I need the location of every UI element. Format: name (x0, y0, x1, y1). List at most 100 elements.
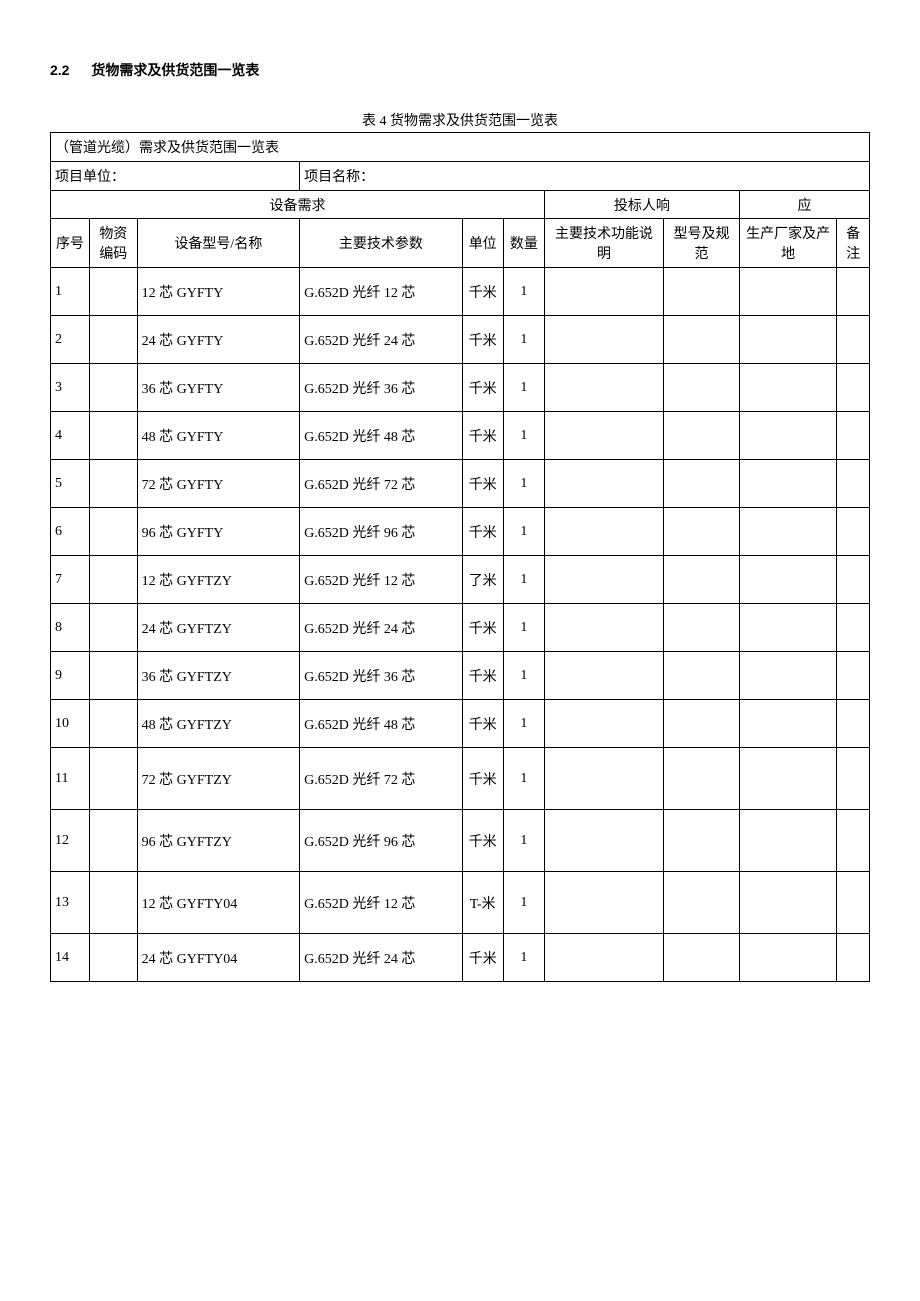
cell-model: 72 芯 GYFTY (137, 460, 299, 508)
equipment-demand-header: 设备需求 (51, 191, 545, 219)
cell-code (89, 604, 137, 652)
cell-func (544, 460, 663, 508)
cell-param: G.652D 光纤 36 芯 (300, 652, 462, 700)
cell-code (89, 748, 137, 810)
cell-note (837, 934, 870, 982)
cell-note (837, 810, 870, 872)
cell-spec (664, 652, 740, 700)
cell-code (89, 652, 137, 700)
col-param: 主要技术参数 (300, 219, 462, 268)
project-unit-label: 项目单位： (51, 162, 300, 191)
cell-func (544, 604, 663, 652)
cell-unit: T-米 (462, 872, 503, 934)
cell-code (89, 412, 137, 460)
cell-unit: 千米 (462, 604, 503, 652)
cell-spec (664, 412, 740, 460)
cell-code (89, 934, 137, 982)
cell-unit: 千米 (462, 748, 503, 810)
cell-maker (739, 604, 836, 652)
table-row: 448 芯 GYFTYG.652D 光纤 48 芯千米1 (51, 412, 870, 460)
cell-seq: 6 (51, 508, 90, 556)
cell-model: 48 芯 GYFTY (137, 412, 299, 460)
cell-code (89, 268, 137, 316)
cell-seq: 4 (51, 412, 90, 460)
table-row: 1172 芯 GYFTZYG.652D 光纤 72 芯千米1 (51, 748, 870, 810)
cell-code (89, 700, 137, 748)
table-row: 336 芯 GYFTYG.652D 光纤 36 芯千米1 (51, 364, 870, 412)
cell-param: G.652D 光纤 24 芯 (300, 934, 462, 982)
cell-param: G.652D 光纤 96 芯 (300, 508, 462, 556)
cell-model: 48 芯 GYFTZY (137, 700, 299, 748)
cell-qty: 1 (503, 934, 544, 982)
cell-seq: 2 (51, 316, 90, 364)
cell-maker (739, 872, 836, 934)
cell-unit: 千米 (462, 316, 503, 364)
cell-note (837, 364, 870, 412)
cell-maker (739, 810, 836, 872)
cell-unit: 了米 (462, 556, 503, 604)
cell-maker (739, 700, 836, 748)
cell-func (544, 364, 663, 412)
cell-note (837, 316, 870, 364)
cell-note (837, 556, 870, 604)
col-note: 备注 (837, 219, 870, 268)
cell-spec (664, 268, 740, 316)
cell-func (544, 652, 663, 700)
cell-code (89, 556, 137, 604)
table-row: 824 芯 GYFTZYG.652D 光纤 24 芯千米1 (51, 604, 870, 652)
cell-param: G.652D 光纤 24 芯 (300, 316, 462, 364)
cell-func (544, 700, 663, 748)
table-row: 1312 芯 GYFTY04G.652D 光纤 12 芯T-米1 (51, 872, 870, 934)
cell-spec (664, 556, 740, 604)
col-spec: 型号及规范 (664, 219, 740, 268)
table-row: 1296 芯 GYFTZYG.652D 光纤 96 芯千米1 (51, 810, 870, 872)
table-caption: 表 4 货物需求及供货范围一览表 (50, 110, 870, 130)
cell-unit: 千米 (462, 652, 503, 700)
cell-param: G.652D 光纤 48 芯 (300, 412, 462, 460)
cell-param: G.652D 光纤 36 芯 (300, 364, 462, 412)
cell-param: G.652D 光纤 12 芯 (300, 556, 462, 604)
cell-code (89, 810, 137, 872)
col-unit: 单位 (462, 219, 503, 268)
bidder-response-header-1: 投标人响 (544, 191, 739, 219)
cell-maker (739, 316, 836, 364)
cell-unit: 千米 (462, 810, 503, 872)
cell-seq: 9 (51, 652, 90, 700)
section-heading: 2.2 货物需求及供货范围一览表 (50, 60, 870, 80)
cell-param: G.652D 光纤 12 芯 (300, 268, 462, 316)
cell-code (89, 364, 137, 412)
cell-model: 24 芯 GYFTZY (137, 604, 299, 652)
cell-unit: 千米 (462, 460, 503, 508)
cell-maker (739, 652, 836, 700)
col-maker: 生产厂家及产地 (739, 219, 836, 268)
cell-model: 96 芯 GYFTZY (137, 810, 299, 872)
table-row: 1048 芯 GYFTZYG.652D 光纤 48 芯千米1 (51, 700, 870, 748)
cell-model: 24 芯 GYFTY04 (137, 934, 299, 982)
cell-spec (664, 748, 740, 810)
cell-func (544, 872, 663, 934)
section-title-text: 货物需求及供货范围一览表 (91, 62, 259, 78)
cell-qty: 1 (503, 268, 544, 316)
cell-note (837, 268, 870, 316)
cell-qty: 1 (503, 364, 544, 412)
cell-func (544, 412, 663, 460)
cell-func (544, 508, 663, 556)
table-row: 1424 芯 GYFTY04G.652D 光纤 24 芯千米1 (51, 934, 870, 982)
cell-func (544, 810, 663, 872)
cell-func (544, 268, 663, 316)
cell-maker (739, 364, 836, 412)
cell-model: 12 芯 GYFTY04 (137, 872, 299, 934)
cell-model: 72 芯 GYFTZY (137, 748, 299, 810)
cell-qty: 1 (503, 872, 544, 934)
cell-model: 36 芯 GYFTY (137, 364, 299, 412)
cell-func (544, 934, 663, 982)
bidder-response-header-2: 应 (739, 191, 869, 219)
cell-seq: 3 (51, 364, 90, 412)
col-code: 物资编码 (89, 219, 137, 268)
cell-note (837, 700, 870, 748)
section-number: 2.2 (50, 62, 69, 78)
cell-qty: 1 (503, 412, 544, 460)
cell-unit: 千米 (462, 934, 503, 982)
cell-unit: 千米 (462, 268, 503, 316)
cell-code (89, 872, 137, 934)
